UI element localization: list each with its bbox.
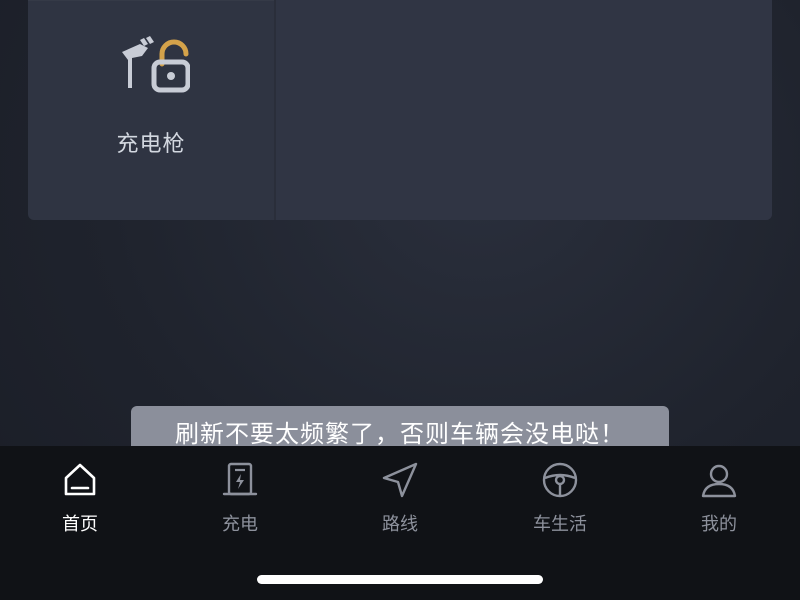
user-icon [664,460,774,500]
home-icon [25,460,135,500]
tab-car-life[interactable]: 车生活 [505,460,615,540]
tab-mine-label: 我的 [701,514,737,535]
navigation-arrow-icon [345,460,455,500]
charging-station-icon [185,460,295,500]
charging-gun-label: 充电枪 [116,132,186,157]
steering-wheel-icon [505,460,615,500]
tab-home[interactable]: 首页 [25,460,135,540]
vehicle-status-card: 充电枪 [28,0,772,220]
tab-route[interactable]: 路线 [345,460,455,540]
tab-charging[interactable]: 充电 [185,460,295,540]
tab-car-life-label: 车生活 [533,514,587,535]
tab-home-label: 首页 [62,514,98,535]
tab-mine[interactable]: 我的 [664,460,774,540]
tab-route-label: 路线 [382,514,418,535]
home-indicator[interactable] [257,575,543,584]
tab-charging-label: 充电 [222,514,258,535]
charging-gun-lock-icon [118,30,191,102]
card-right-panel [276,0,772,220]
charging-gun-tile[interactable]: 充电枪 [28,0,274,220]
